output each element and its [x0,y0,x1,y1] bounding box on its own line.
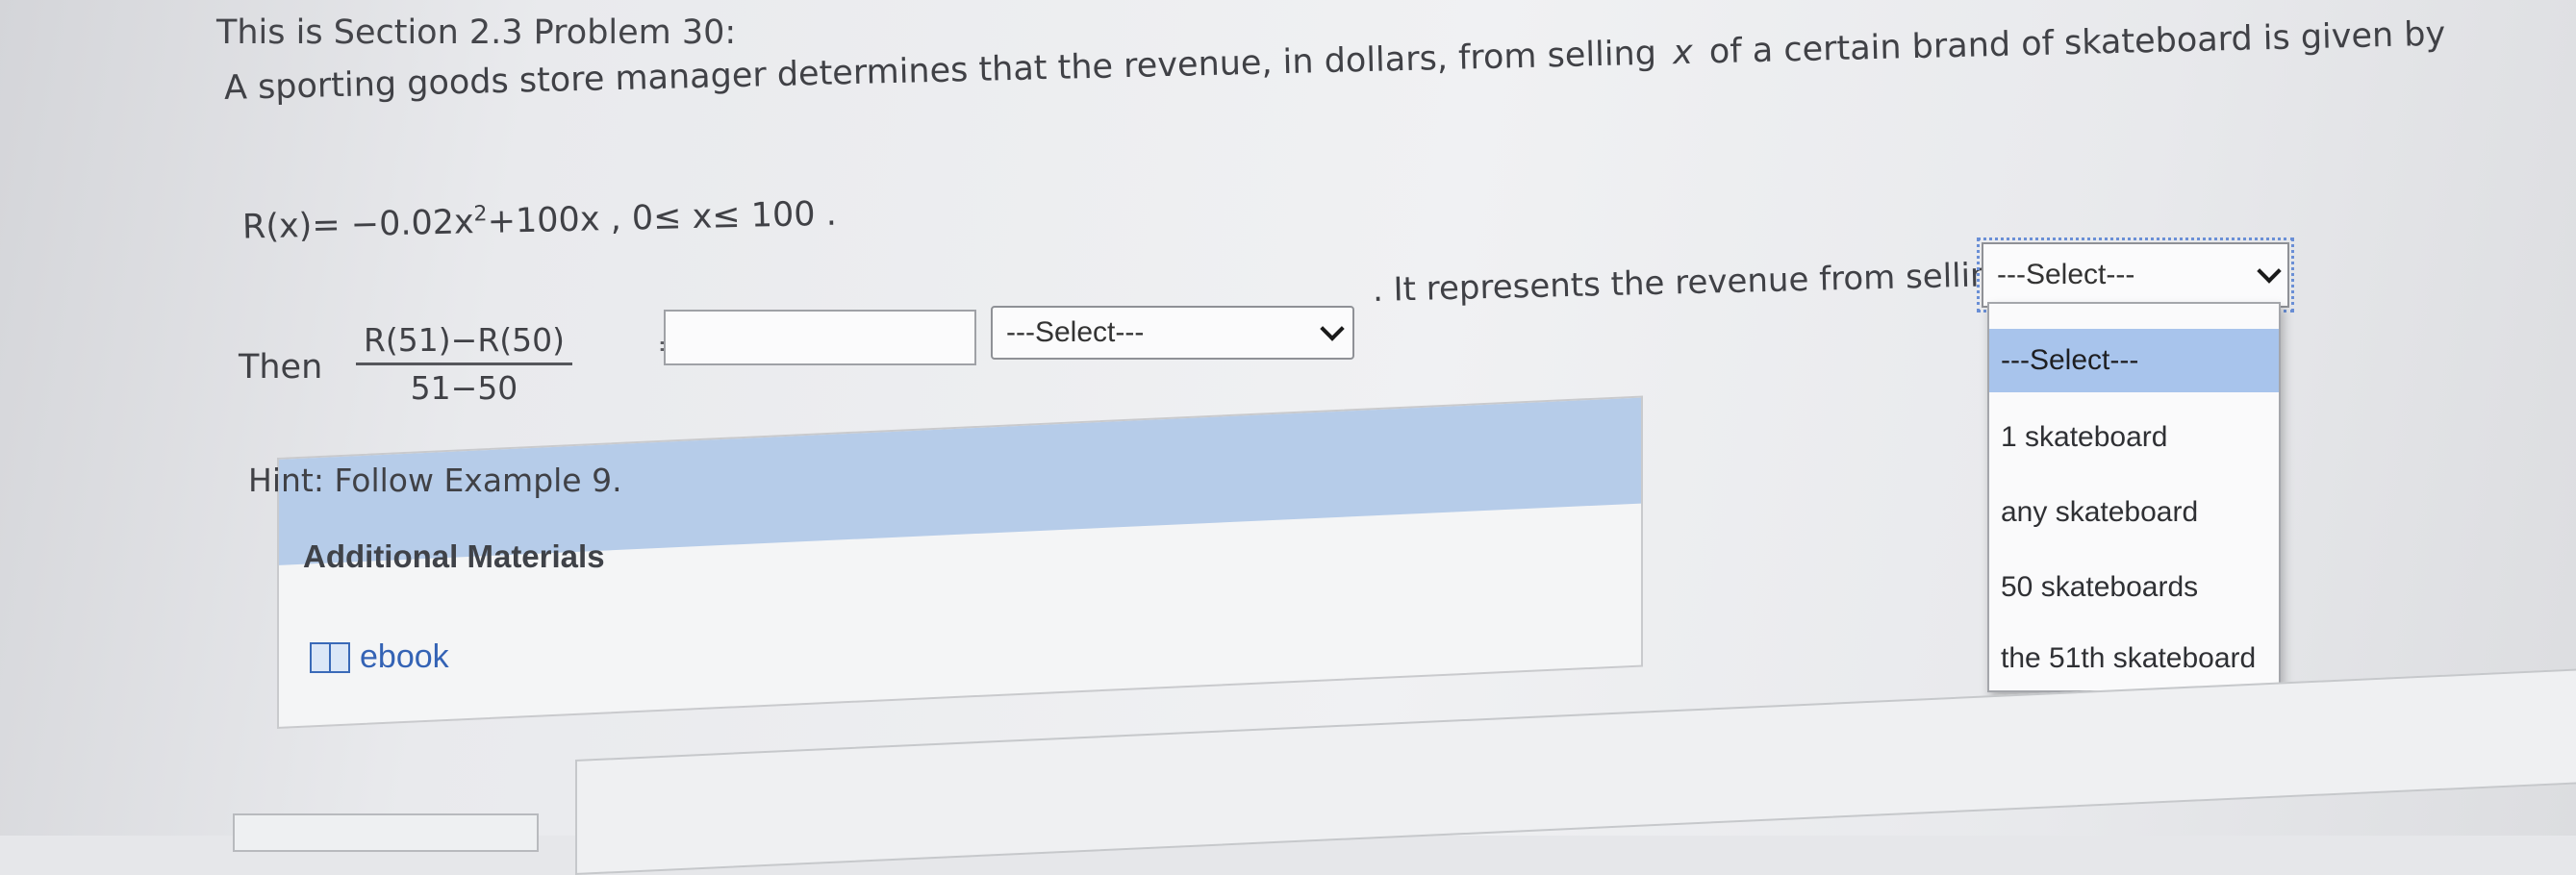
revenue-formula: R(x)= −0.02x2+100x , 0≤ x≤ 100 . [242,194,838,247]
option-any-skateboard[interactable]: any skateboard [1989,481,2279,544]
chevron-down-icon [2257,259,2282,284]
option-51th-skateboard[interactable]: the 51th skateboard [1989,627,2279,690]
hint-text: Hint: Follow Example 9. [248,462,622,499]
unit-select-value: ---Select--- [1006,316,1145,348]
difference-quotient: R(51)−R(50) 51−50 [356,321,572,407]
bottom-button[interactable] [233,813,539,852]
fraction-denominator: 51−50 [410,369,518,407]
ebook-link[interactable]: ebook [310,638,449,676]
page: This is Section 2.3 Problem 30: A sporti… [0,0,2576,875]
unit-select[interactable]: ---Select--- [991,306,1354,360]
option-select[interactable]: ---Select--- [1989,329,2279,392]
section-title: This is Section 2.3 Problem 30: [216,13,737,52]
additional-materials-title: Additional Materials [303,538,605,574]
option-50-skateboards[interactable]: 50 skateboards [1989,556,2279,619]
statement-part-2: of a certain brand of skateboard is give… [1708,14,2446,72]
meaning-options-list: ---Select--- 1 skateboard any skateboard… [1987,302,2281,692]
represents-text: . It represents the revenue from selling [1372,255,2012,310]
formula-prefix: R(x)= −0.02x [241,203,475,247]
ebook-label: ebook [360,638,449,675]
option-1-skateboard[interactable]: 1 skateboard [1989,406,2279,469]
meaning-select[interactable]: ---Select--- [1977,238,2294,312]
chevron-down-icon [1320,316,1345,341]
variable-x: x [1672,33,1694,73]
fraction-numerator: R(51)−R(50) [356,321,572,365]
then-label: Then [239,348,323,387]
answer-input[interactable] [664,310,976,365]
formula-exponent: 2 [473,202,488,227]
book-icon [310,641,350,673]
meaning-select-value: ---Select--- [1997,259,2135,290]
formula-suffix: +100x , 0≤ x≤ 100 . [487,194,838,241]
